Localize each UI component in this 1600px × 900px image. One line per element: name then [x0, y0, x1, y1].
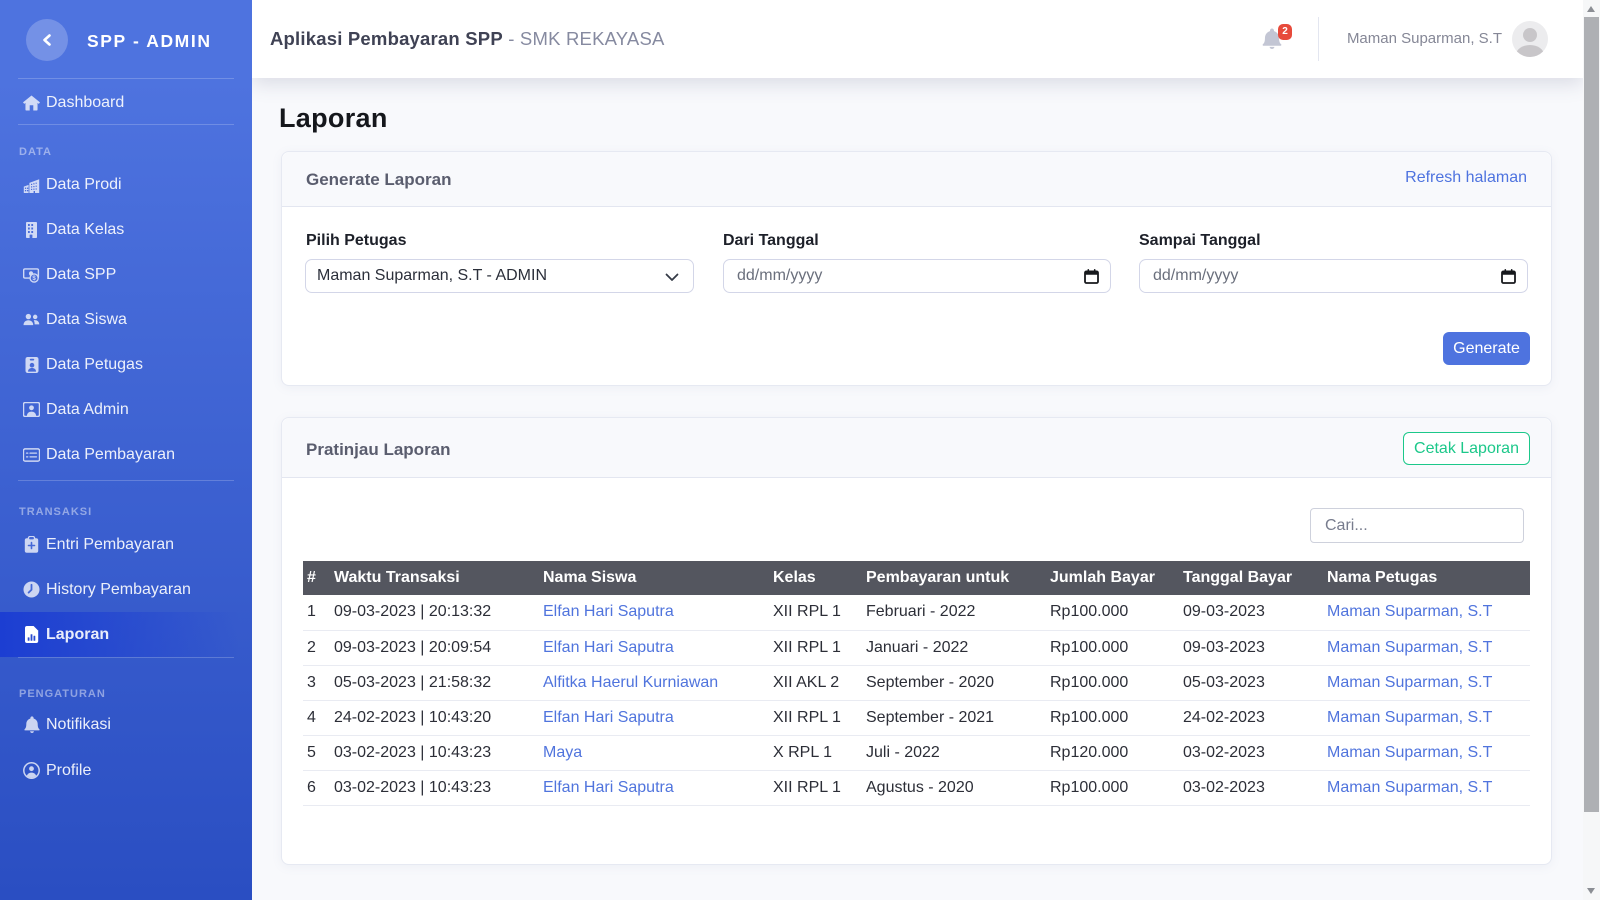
svg-text:$: $ [32, 275, 36, 282]
